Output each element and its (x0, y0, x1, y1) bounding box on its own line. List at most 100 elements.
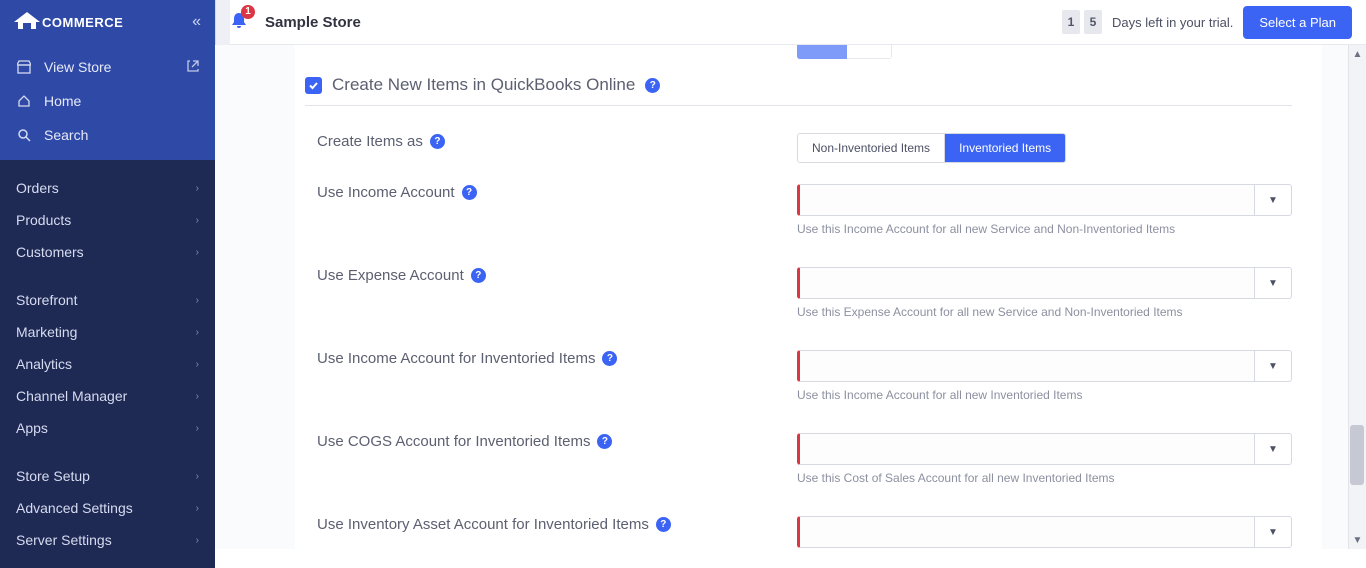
row-asset-account: Use Inventory Asset Account for Inventor… (305, 507, 1292, 549)
dropdown-button[interactable]: ▼ (1254, 433, 1292, 465)
notifications-button[interactable]: 1 (229, 11, 249, 34)
trial-text: Days left in your trial. (1112, 15, 1233, 30)
sidebar-item-label: Customers (16, 244, 84, 260)
row-cogs-account: Use COGS Account for Inventoried Items? … (305, 424, 1292, 507)
expense-account-input[interactable] (797, 267, 1254, 299)
cogs-account-select[interactable]: ▼ (797, 433, 1292, 465)
sidebar: COMMERCE « View Store Home Search Orders… (0, 0, 215, 549)
sidebar-header: COMMERCE « (0, 0, 215, 50)
asset-account-input[interactable] (797, 516, 1254, 548)
create-items-section-header: Create New Items in QuickBooks Online ? (305, 63, 1292, 106)
sidebar-item-advanced-settings[interactable]: Advanced Settings› (0, 492, 215, 524)
caret-down-icon: ▼ (1268, 444, 1278, 455)
notification-badge: 1 (241, 5, 255, 19)
sidebar-item-store-setup[interactable]: Store Setup › (0, 460, 215, 492)
logo-mark-icon (14, 12, 40, 32)
income-inventoried-select[interactable]: ▼ (797, 350, 1292, 382)
row-income-inventoried: Use Income Account for Inventoried Items… (305, 341, 1292, 424)
row-create-items-as: Create Items as ? Non-Inventoried Items … (305, 124, 1292, 175)
chevron-right-icon: › (196, 295, 199, 306)
hint-text: Use this Expense Account for all new Ser… (797, 305, 1292, 319)
content: Create New Items in QuickBooks Online ? … (215, 45, 1366, 549)
sidebar-item-apps[interactable]: Apps › (0, 412, 215, 444)
sidebar-item-label: Apps (16, 420, 48, 436)
collapse-sidebar-button[interactable]: « (192, 13, 201, 31)
sidebar-item-label: Store Setup (16, 468, 90, 484)
select-plan-button[interactable]: Select a Plan (1243, 6, 1352, 39)
caret-down-icon: ▼ (1268, 361, 1278, 372)
sidebar-item-label: Storefront (16, 292, 77, 308)
page-scrollbar[interactable]: ▲ ▼ (1348, 45, 1366, 549)
sidebar-item-view-store[interactable]: View Store (0, 50, 215, 84)
section-title: Create New Items in QuickBooks Online (332, 75, 635, 95)
sidebar-item-products[interactable]: Products › (0, 204, 215, 236)
income-inventoried-input[interactable] (797, 350, 1254, 382)
income-account-input[interactable] (797, 184, 1254, 216)
scroll-down-icon[interactable]: ▼ (1349, 531, 1366, 549)
sidebar-item-label: Server Settings (16, 532, 112, 548)
row-income-account: Use Income Account? ▼ Use this Income Ac… (305, 175, 1292, 258)
chevron-right-icon: › (196, 327, 199, 338)
chevron-right-icon: › (196, 391, 199, 402)
chevron-right-icon: › (196, 423, 199, 434)
sidebar-item-orders[interactable]: Orders › (0, 172, 215, 204)
chevron-right-icon: › (196, 183, 199, 194)
chevron-right-icon: › (196, 535, 199, 546)
expense-account-select[interactable]: ▼ (797, 267, 1292, 299)
logo-text: COMMERCE (42, 15, 123, 30)
sidebar-item-channel-manager[interactable]: Channel Manager › (0, 380, 215, 412)
non-inventoried-button[interactable]: Non-Inventoried Items (798, 134, 944, 162)
hint-text: Use this Income Account for all new Inve… (797, 388, 1292, 402)
help-icon[interactable]: ? (645, 78, 660, 93)
topbar-right: 1 5 Days left in your trial. Select a Pl… (1062, 6, 1352, 39)
cogs-account-input[interactable] (797, 433, 1254, 465)
chevron-right-icon: › (196, 503, 199, 514)
sidebar-item-label: Products (16, 212, 71, 228)
help-icon[interactable]: ? (656, 517, 671, 532)
form-label: Use Income Account for Inventoried Items… (317, 350, 797, 367)
asset-account-select[interactable]: ▼ (797, 516, 1292, 548)
sidebar-item-server-settings[interactable]: Server Settings › (0, 524, 215, 556)
sidebar-item-label: Search (44, 127, 88, 143)
help-icon[interactable]: ? (462, 185, 477, 200)
help-icon[interactable]: ? (602, 351, 617, 366)
sidebar-item-marketing[interactable]: Marketing› (0, 316, 215, 348)
previous-row-partial (305, 45, 1292, 63)
sidebar-item-label: Channel Manager (16, 388, 127, 404)
chevron-right-icon: › (196, 359, 199, 370)
sidebar-item-home[interactable]: Home (0, 84, 215, 118)
chevron-right-icon: › (196, 215, 199, 226)
scrollbar-thumb[interactable] (1350, 425, 1364, 485)
chevron-right-icon: › (196, 471, 199, 482)
help-icon[interactable]: ? (471, 268, 486, 283)
trial-day-digit: 1 (1062, 10, 1080, 34)
form-label: Use Income Account? (317, 184, 797, 201)
scroll-up-icon[interactable]: ▲ (1349, 45, 1366, 63)
dropdown-button[interactable]: ▼ (1254, 184, 1292, 216)
sidebar-item-analytics[interactable]: Analytics› (0, 348, 215, 380)
caret-down-icon: ▼ (1268, 195, 1278, 206)
income-account-select[interactable]: ▼ (797, 184, 1292, 216)
dropdown-button[interactable]: ▼ (1254, 267, 1292, 299)
form-label: Use Inventory Asset Account for Inventor… (317, 516, 797, 533)
sidebar-item-customers[interactable]: Customers › (0, 236, 215, 268)
sidebar-item-label: View Store (44, 59, 111, 75)
topbar: 1 Sample Store 1 5 Days left in your tri… (215, 0, 1366, 45)
dropdown-button[interactable]: ▼ (1254, 516, 1292, 548)
inventoried-button[interactable]: Inventoried Items (944, 134, 1065, 162)
sidebar-item-search[interactable]: Search (0, 118, 215, 152)
sidebar-item-storefront[interactable]: Storefront › (0, 284, 215, 316)
chevron-right-icon: › (196, 247, 199, 258)
help-icon[interactable]: ? (430, 134, 445, 149)
help-icon[interactable]: ? (597, 434, 612, 449)
row-expense-account: Use Expense Account? ▼ Use this Expense … (305, 258, 1292, 341)
main: 1 Sample Store 1 5 Days left in your tri… (215, 0, 1366, 549)
bell-icon (229, 18, 249, 34)
store-name: Sample Store (265, 14, 361, 31)
form-label: Create Items as ? (317, 133, 797, 150)
dropdown-button[interactable]: ▼ (1254, 350, 1292, 382)
create-items-checkbox[interactable] (305, 77, 322, 94)
search-icon (16, 128, 32, 142)
hint-text: Use this Income Account for all new Serv… (797, 222, 1292, 236)
sidebar-item-label: Orders (16, 180, 59, 196)
